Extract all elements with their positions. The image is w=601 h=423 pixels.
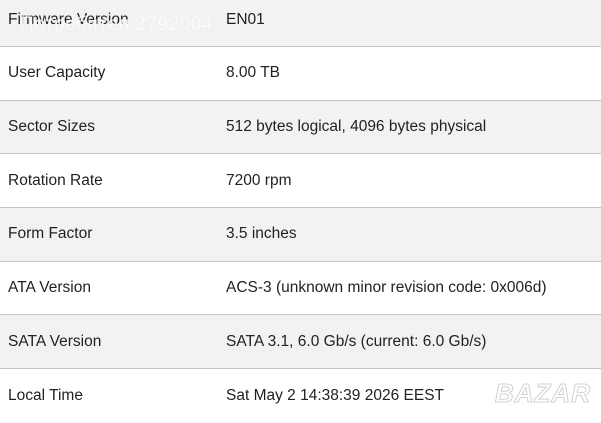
row-label-local-time: Local Time bbox=[8, 386, 83, 404]
table-row: User Capacity 8.00 TB bbox=[0, 47, 601, 101]
table-row: ATA Version ACS-3 (unknown minor revisio… bbox=[0, 261, 601, 316]
row-value-sata-version: SATA 3.1, 6.0 Gb/s (current: 6.0 Gb/s) bbox=[226, 332, 487, 350]
row-label-form-factor: Form Factor bbox=[8, 225, 93, 243]
row-value-rotation-rate: 7200 rpm bbox=[226, 171, 292, 189]
row-value-user-capacity: 8.00 TB bbox=[226, 64, 281, 82]
row-label-ata-version: ATA Version bbox=[8, 279, 91, 297]
row-value-form-factor: 3.5 inches bbox=[226, 225, 297, 243]
table-row: Form Factor 3.5 inches bbox=[0, 208, 601, 262]
row-label-rotation-rate: Rotation Rate bbox=[8, 171, 103, 189]
row-value-sector-sizes: 512 bytes logical, 4096 bytes physical bbox=[226, 118, 487, 136]
user-watermark: Потребител 2792004 bbox=[20, 14, 213, 35]
row-value-firmware-version: EN01 bbox=[226, 11, 265, 28]
drive-info-table: Firmware Version EN01 User Capacity 8.00… bbox=[0, 0, 601, 423]
table-row: Rotation Rate 7200 rpm bbox=[0, 154, 601, 209]
bazar-logo: BAZAR bbox=[495, 378, 591, 409]
table-row: SATA Version SATA 3.1, 6.0 Gb/s (current… bbox=[0, 315, 601, 370]
row-value-ata-version: ACS-3 (unknown minor revision code: 0x00… bbox=[226, 279, 547, 297]
table-row: Sector Sizes 512 bytes logical, 4096 byt… bbox=[0, 100, 601, 155]
row-label-sector-sizes: Sector Sizes bbox=[8, 118, 96, 136]
row-label-sata-version: SATA Version bbox=[8, 332, 102, 350]
row-label-user-capacity: User Capacity bbox=[8, 64, 106, 82]
row-value-local-time: Sat May 2 14:38:39 2026 EEST bbox=[226, 386, 444, 404]
